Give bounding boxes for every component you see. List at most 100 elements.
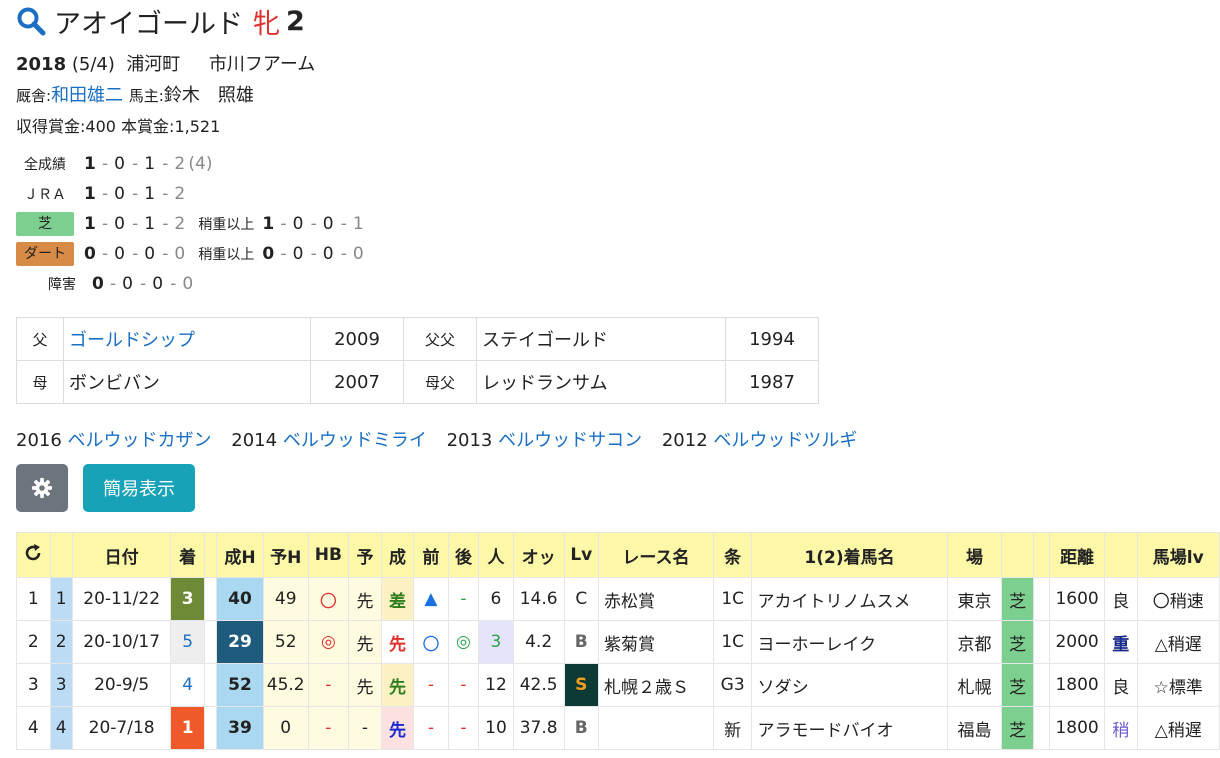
col-header-track-level[interactable]: 馬場lv	[1136, 532, 1220, 578]
row-number: 1	[16, 577, 51, 621]
popularity: 12	[478, 663, 514, 707]
sire-link[interactable]: ゴールドシップ	[69, 330, 195, 351]
winner-name[interactable]: ヨーホーレイク	[751, 620, 948, 664]
odds: 42.5	[512, 663, 565, 707]
sibling-link[interactable]: ベルウッドツルギ	[713, 430, 857, 451]
yo-h: 52	[262, 620, 309, 664]
race-class: 1C	[712, 620, 753, 664]
yo-h: 45.2	[262, 663, 309, 707]
race-date: 20-7/18	[71, 706, 172, 750]
race-date: 20-9/5	[71, 663, 172, 707]
track-condition: 稍	[1104, 706, 1138, 750]
col-header-hb[interactable]: HB	[307, 532, 350, 578]
track-condition: 良	[1104, 577, 1138, 621]
winner-name[interactable]: アラモードバイオ	[751, 706, 948, 750]
winner-name[interactable]: ソダシ	[751, 663, 948, 707]
race-name[interactable]: 札幌２歳Ｓ	[598, 663, 714, 707]
table-row[interactable]: 2 2 20-10/17 5 29 52 ◎ 先 先 〇 ◎ 3 4.2 B 紫…	[16, 620, 1220, 664]
race-name[interactable]: 紫菊賞	[598, 620, 714, 664]
pedigree-row: 母 ボンビバン 2007 母父 レッドランサム 1987	[16, 360, 819, 404]
simple-view-button[interactable]: 簡易表示	[83, 464, 195, 512]
record-dirt: ダート 0- 0- 0- 0 稍重以上 0- 0- 0- 0	[16, 241, 367, 267]
thirds: 0	[144, 244, 156, 264]
race-name[interactable]: 赤松賞	[598, 577, 714, 621]
dam-sire-label: 母父	[403, 360, 477, 404]
sibling-item: 2014 ベルウッドミライ	[231, 430, 427, 451]
table-row[interactable]: 4 4 20-7/18 1 39 0 - - 先 - - 10 37.8 B 新…	[16, 706, 1220, 750]
sire-name[interactable]: ゴールドシップ	[63, 317, 311, 361]
sei-h: 29	[216, 620, 264, 664]
col-header-popularity[interactable]: 人	[478, 532, 514, 578]
dam-sire-year: 1987	[725, 360, 819, 404]
course: 東京	[946, 577, 1003, 621]
yo-position: 先	[348, 577, 382, 621]
others: 1	[352, 214, 364, 234]
total-runs: (4)	[188, 154, 213, 174]
hb-mark: -	[307, 706, 350, 750]
yo-position: 先	[348, 620, 382, 664]
sire-year: 2009	[310, 317, 404, 361]
turf-badge: 芝	[16, 212, 74, 236]
col-header-yoH[interactable]: 予H	[262, 532, 309, 578]
track-level: △稍遅	[1136, 620, 1220, 664]
others: 2	[174, 214, 186, 234]
dam-label: 母	[16, 360, 64, 404]
col-header	[1032, 532, 1051, 578]
col-header-seiH[interactable]: 成H	[216, 532, 264, 578]
col-header-date[interactable]: 日付	[71, 532, 172, 578]
refresh-button[interactable]	[16, 532, 51, 578]
thirds: 0	[322, 214, 334, 234]
row-index: 2	[49, 620, 73, 664]
yo-position: 先	[348, 663, 382, 707]
sibling-year: 2012	[661, 430, 708, 451]
col-header-class[interactable]: 条	[712, 532, 753, 578]
seconds: 0	[292, 244, 304, 264]
col-header-yo[interactable]: 予	[348, 532, 382, 578]
dam-name: ボンビバン	[63, 360, 311, 404]
sibling-link[interactable]: ベルウッドカザン	[68, 430, 212, 451]
col-header-winner[interactable]: 1(2)着馬名	[751, 532, 948, 578]
col-header-front[interactable]: 前	[413, 532, 449, 578]
col-header-level[interactable]: Lv	[563, 532, 600, 578]
sei-position: 先	[380, 663, 415, 707]
race-name[interactable]	[598, 706, 714, 750]
popularity: 6	[478, 577, 514, 621]
col-header-odds[interactable]: オッ	[512, 532, 565, 578]
table-row[interactable]: 1 1 20-11/22 3 40 49 〇 先 差 ▲ - 6 14.6 C …	[16, 577, 1220, 621]
thirds: 1	[144, 184, 156, 204]
trainer-link[interactable]: 和田雄二	[51, 85, 123, 106]
col-header-finish[interactable]: 着	[170, 532, 205, 578]
settings-button[interactable]	[16, 464, 68, 512]
col-header-back[interactable]: 後	[447, 532, 480, 578]
cell-empty	[203, 620, 218, 664]
table-row[interactable]: 3 3 20-9/5 4 52 45.2 - 先 先 - - 12 42.5 S…	[16, 663, 1220, 707]
col-header-race-name[interactable]: レース名	[598, 532, 714, 578]
popularity: 3	[478, 620, 514, 664]
col-header-course[interactable]: 場	[946, 532, 1003, 578]
cell-empty	[1032, 663, 1051, 707]
sei-position: 差	[380, 577, 415, 621]
search-icon[interactable]	[16, 6, 46, 36]
sei-h: 40	[216, 577, 264, 621]
seconds: 0	[122, 274, 133, 294]
prize-label: 収得賞金:	[16, 117, 86, 136]
sei-h: 39	[216, 706, 264, 750]
sibling-link[interactable]: ベルウッドサコン	[498, 430, 642, 451]
back-mark: ◎	[447, 620, 480, 664]
others: 0	[352, 244, 364, 264]
cell-empty	[1032, 706, 1051, 750]
race-level: S	[563, 663, 600, 707]
sibling-link[interactable]: ベルウッドミライ	[283, 430, 427, 451]
back-mark: -	[447, 663, 480, 707]
col-header-distance[interactable]: 距離	[1049, 532, 1105, 578]
total-label: 本賞金:	[121, 117, 175, 136]
distance: 1800	[1049, 706, 1105, 750]
front-mark: -	[413, 663, 449, 707]
row-index: 1	[49, 577, 73, 621]
row-number: 2	[16, 620, 51, 664]
col-header-sei[interactable]: 成	[380, 532, 415, 578]
others: 0	[182, 274, 194, 294]
prize-line: 収得賞金:400 本賞金:1,521	[16, 113, 220, 137]
winner-name[interactable]: アカイトリノムスメ	[751, 577, 948, 621]
surface-turf: 芝	[1001, 663, 1034, 707]
